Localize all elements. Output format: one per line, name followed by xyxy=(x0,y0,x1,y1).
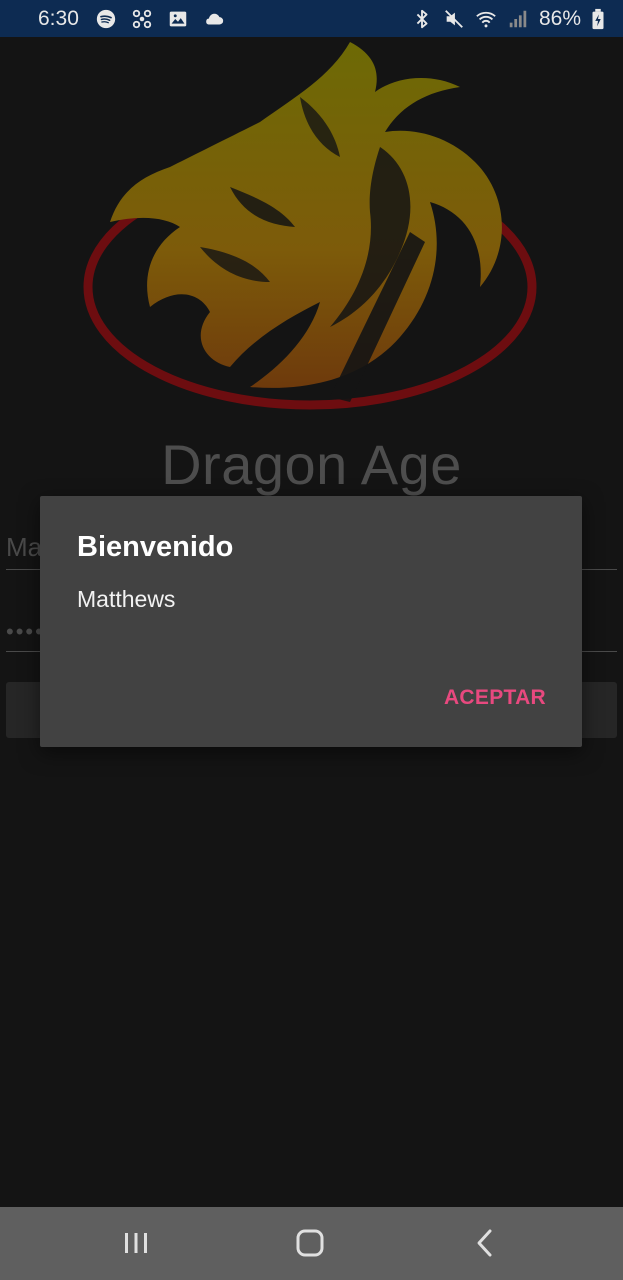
battery-icon xyxy=(591,8,605,30)
app-title: Dragon Age xyxy=(161,433,462,496)
accept-button[interactable]: ACEPTAR xyxy=(444,686,546,710)
recents-icon[interactable] xyxy=(116,1225,156,1261)
battery-percent: 86% xyxy=(538,6,581,30)
home-icon[interactable] xyxy=(290,1225,330,1261)
dragon-logo xyxy=(83,42,537,410)
back-icon[interactable] xyxy=(465,1225,505,1261)
status-bar: 6:30 86% xyxy=(0,0,623,37)
cloud-icon xyxy=(203,8,225,30)
status-bar-left: 6:30 xyxy=(38,7,225,31)
wifi-icon xyxy=(475,8,497,30)
spotify-icon xyxy=(95,8,117,30)
image-icon xyxy=(167,8,189,30)
status-time: 6:30 xyxy=(38,6,79,30)
bluetooth-icon xyxy=(411,8,433,30)
dialog-message: Matthews xyxy=(77,586,176,612)
mute-icon xyxy=(443,8,465,30)
fan-icon xyxy=(131,8,153,30)
status-bar-right: 86% xyxy=(411,7,605,31)
welcome-dialog: Bienvenido Matthews ACEPTAR xyxy=(40,496,582,747)
dialog-title: Bienvenido xyxy=(77,531,234,563)
signal-icon xyxy=(507,8,529,30)
navigation-bar xyxy=(0,1207,623,1280)
